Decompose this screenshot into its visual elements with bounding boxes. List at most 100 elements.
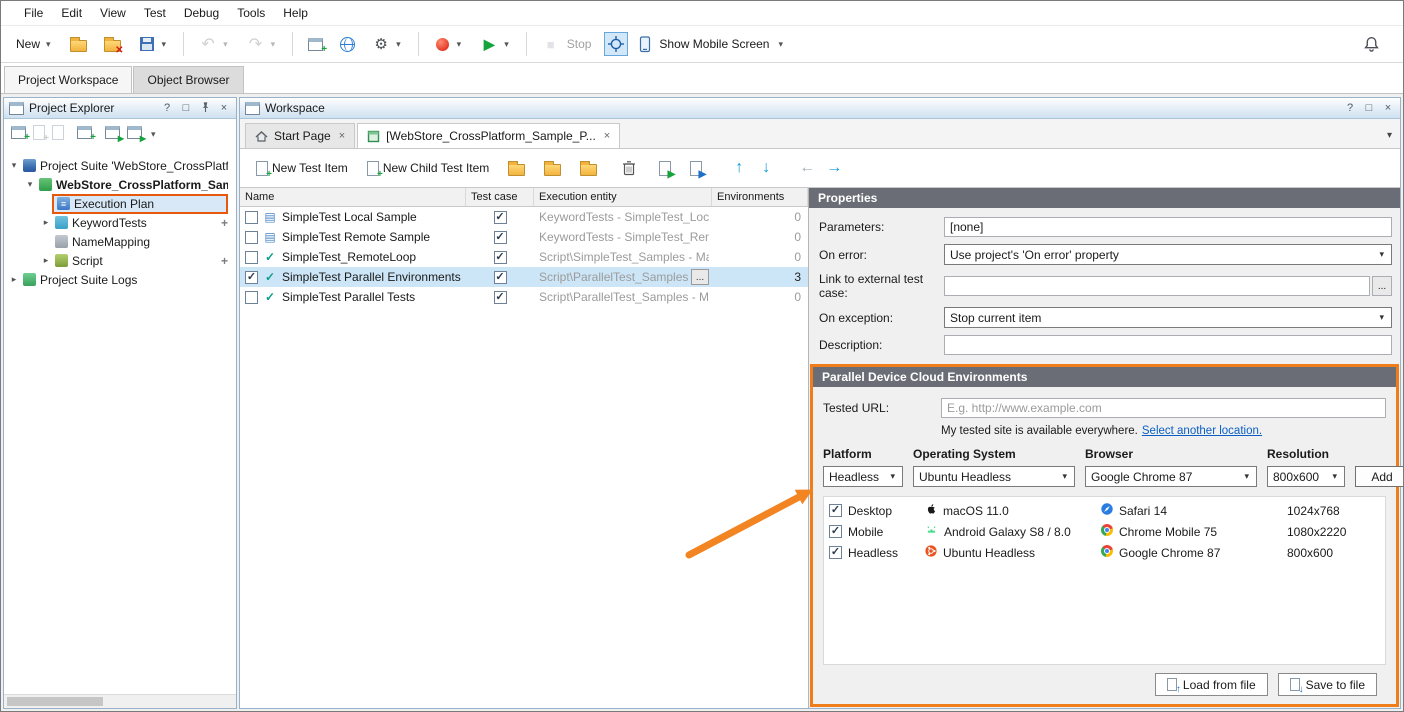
on-exception-select[interactable]: Stop current item▾ <box>944 307 1392 328</box>
test-case-checkbox[interactable] <box>494 291 507 304</box>
maximize-icon[interactable]: □ <box>1362 102 1376 114</box>
item-enabled-checkbox[interactable] <box>245 271 258 284</box>
menu-item[interactable]: Test <box>135 3 175 23</box>
environment-checkbox[interactable] <box>829 504 842 517</box>
menu-item[interactable]: Debug <box>175 3 228 23</box>
tree-item-body[interactable]: Execution Plan <box>52 194 228 214</box>
tree-item-body[interactable]: KeywordTests <box>52 215 150 231</box>
display-object-spy-toggle[interactable] <box>604 32 628 56</box>
web-checkpoint-button[interactable] <box>333 33 362 56</box>
column-header-execution-entity[interactable]: Execution entity <box>534 188 712 206</box>
platform-select[interactable]: Headless▾ <box>823 466 903 487</box>
redo-button[interactable]: ↷▾ <box>240 31 285 57</box>
stop-button[interactable]: ■Stop <box>535 31 602 57</box>
select-location-link[interactable]: Select another location. <box>1142 425 1262 437</box>
item-enabled-checkbox[interactable] <box>245 211 258 224</box>
environment-checkbox[interactable] <box>829 525 842 538</box>
test-case-checkbox[interactable] <box>494 271 507 284</box>
tab-list-dropdown[interactable]: ▾ <box>1387 130 1392 141</box>
test-item-row[interactable]: SimpleTest Local Sample KeywordTests - S… <box>240 207 808 227</box>
tree-item-body[interactable]: Project Suite 'WebStore_CrossPlatform <box>20 158 228 174</box>
show-mobile-screen-button[interactable]: Show Mobile Screen ▾ <box>631 32 792 57</box>
group-items-button[interactable] <box>537 156 568 180</box>
new-group-button[interactable] <box>501 156 532 180</box>
tree-expander[interactable]: ▸ <box>8 274 20 285</box>
tree-item[interactable]: ▸ Project Suite Logs <box>4 270 236 289</box>
copy-item-button[interactable] <box>52 125 64 143</box>
add-existing-item-button[interactable]: + <box>77 126 92 142</box>
environment-row[interactable]: Mobile Android <box>824 521 1385 542</box>
menu-item[interactable]: File <box>15 3 52 23</box>
tree-item[interactable]: Execution Plan <box>4 194 236 213</box>
run-focused-button[interactable]: ▶ <box>683 157 709 180</box>
help-icon[interactable]: ? <box>160 102 174 114</box>
new-item-button[interactable]: + <box>33 125 45 143</box>
test-item-row[interactable]: SimpleTest Parallel Environments Script\… <box>240 267 808 287</box>
menu-item[interactable]: View <box>91 3 135 23</box>
notifications-button[interactable] <box>1356 32 1387 57</box>
column-header-name[interactable]: Name <box>240 188 466 206</box>
tree-item[interactable]: NameMapping <box>4 232 236 251</box>
tab-close-icon[interactable]: × <box>337 130 345 142</box>
horizontal-scrollbar[interactable] <box>4 694 236 708</box>
move-left-button[interactable]: ← <box>796 159 818 177</box>
run-button[interactable]: ▶▾ <box>473 31 518 57</box>
save-to-file-button[interactable]: ↓Save to file <box>1278 673 1377 696</box>
tree-item-body[interactable]: Project Suite Logs <box>20 272 140 288</box>
move-right-button[interactable]: → <box>823 159 845 177</box>
item-enabled-checkbox[interactable] <box>245 251 258 264</box>
tree-expander[interactable]: ▾ <box>8 160 20 171</box>
test-item-row[interactable]: SimpleTest_RemoteLoop Script\SimpleTest_… <box>240 247 808 267</box>
new-button[interactable]: New▾ <box>9 33 60 55</box>
add-environment-button[interactable]: Add <box>1355 466 1404 487</box>
help-icon[interactable]: ? <box>1343 102 1357 114</box>
editor-tab[interactable]: Start Page × <box>245 123 355 148</box>
column-header-environments[interactable]: Environments <box>712 188 808 206</box>
link-browse-button[interactable]: ... <box>1372 276 1392 296</box>
environment-checkbox[interactable] <box>829 546 842 559</box>
run-project-button[interactable]: ▶ <box>105 126 120 142</box>
tree-item-body[interactable]: Script <box>52 253 106 269</box>
browser-select[interactable]: Google Chrome 87▾ <box>1085 466 1257 487</box>
pin-icon[interactable] <box>198 101 212 116</box>
maximize-icon[interactable]: □ <box>179 102 193 114</box>
environment-row[interactable]: Headless Ubuntu <box>824 542 1385 563</box>
environment-row[interactable]: Desktop macOS 1 <box>824 500 1385 521</box>
new-test-item-button[interactable]: +New Test Item <box>249 157 355 180</box>
tools-button[interactable]: ⚙▾ <box>365 31 410 57</box>
close-icon[interactable]: × <box>217 102 231 114</box>
tree-add-button[interactable]: + <box>221 216 236 230</box>
tree-item[interactable]: ▸ Script + <box>4 251 236 270</box>
tree-expander[interactable]: ▾ <box>24 179 36 190</box>
new-child-test-item-button[interactable]: +New Child Test Item <box>360 157 496 180</box>
editor-tab[interactable]: [WebStore_CrossPlatform_Sample_P... × <box>357 123 620 148</box>
tree-item[interactable]: ▸ KeywordTests + <box>4 213 236 232</box>
parameters-field[interactable] <box>944 217 1392 237</box>
move-up-button[interactable]: ↑ <box>728 159 750 177</box>
test-item-row[interactable]: SimpleTest Remote Sample KeywordTests - … <box>240 227 808 247</box>
record-button[interactable]: ▾ <box>427 34 471 55</box>
tree-expander[interactable]: ▸ <box>40 255 52 266</box>
menu-item[interactable]: Tools <box>228 3 274 23</box>
perspective-tab[interactable]: Object Browser <box>133 66 243 93</box>
test-case-checkbox[interactable] <box>494 211 507 224</box>
item-enabled-checkbox[interactable] <box>245 231 258 244</box>
add-new-item-button[interactable]: + <box>301 34 330 55</box>
tab-close-icon[interactable]: × <box>602 130 610 142</box>
tree-item-body[interactable]: WebStore_CrossPlatform_Sam <box>36 177 228 193</box>
open-button[interactable] <box>63 32 94 56</box>
save-button[interactable]: ▾ <box>131 33 176 55</box>
on-error-select[interactable]: Use project's 'On error' property▾ <box>944 244 1392 265</box>
close-icon[interactable]: × <box>1381 102 1395 114</box>
item-enabled-checkbox[interactable] <box>245 291 258 304</box>
tree-expander[interactable]: ▸ <box>40 217 52 228</box>
tree-item-body[interactable]: NameMapping <box>52 234 153 250</box>
resolution-select[interactable]: 800x600▾ <box>1267 466 1345 487</box>
description-field[interactable] <box>944 335 1392 355</box>
ungroup-items-button[interactable] <box>573 156 604 180</box>
add-project-item-button[interactable]: + <box>11 126 26 142</box>
undo-button[interactable]: ↶▾ <box>192 31 237 57</box>
run-project-suite-button[interactable]: ▶ <box>127 126 142 142</box>
delete-item-button[interactable] <box>615 156 643 180</box>
run-selected-button[interactable]: ▶ <box>652 157 678 180</box>
